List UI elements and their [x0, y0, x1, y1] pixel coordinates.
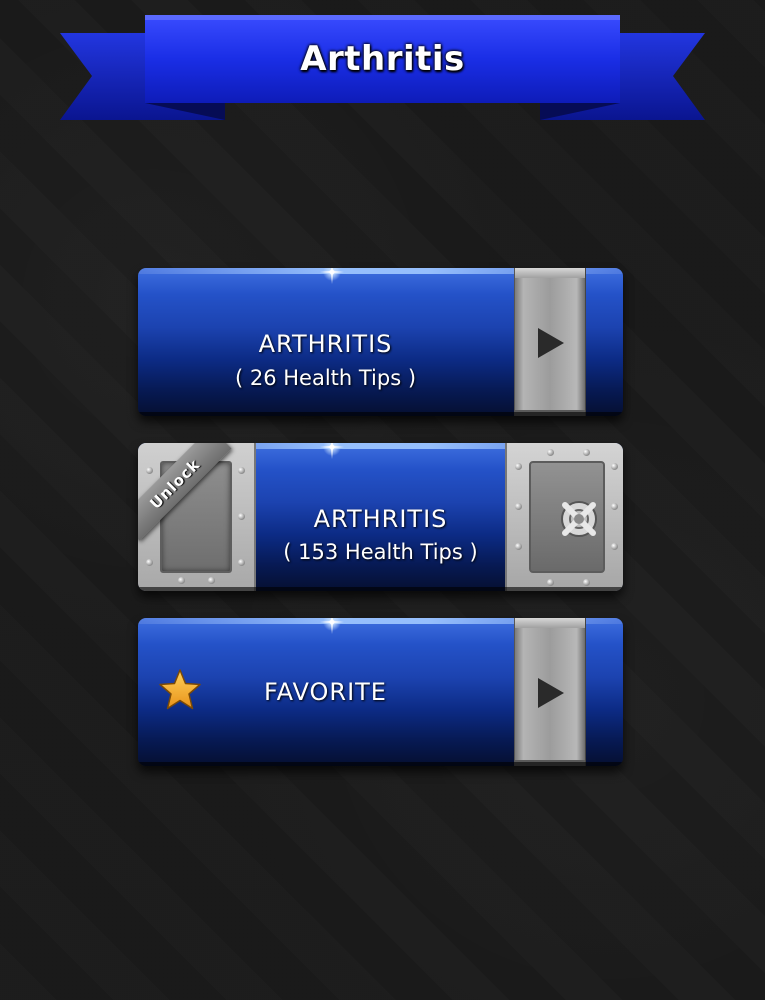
header-ribbon: Arthritis [0, 0, 765, 135]
side-tab [514, 268, 586, 416]
sparkle-icon [320, 268, 344, 284]
sparkle-icon [320, 618, 344, 634]
rivet [515, 503, 522, 510]
rivet [208, 577, 215, 584]
play-icon [538, 678, 564, 708]
lock-panel-left: Unlock [138, 443, 256, 591]
rivet [583, 579, 590, 586]
rivet [146, 467, 153, 474]
rivet [178, 577, 185, 584]
rivet [238, 513, 245, 520]
page-title: Arthritis [300, 39, 465, 79]
rivet [583, 449, 590, 456]
rivet [611, 463, 618, 470]
button-title: FAVORITE [264, 678, 387, 706]
button-subtitle: ( 153 Health Tips ) [283, 540, 478, 564]
rivet [515, 463, 522, 470]
arthritis-premium-button[interactable]: ARTHRITIS ( 153 Health Tips ) Unlock [138, 443, 623, 591]
button-bottom-edge [138, 412, 623, 416]
rivet [611, 543, 618, 550]
arthritis-tips-button[interactable]: ARTHRITIS ( 26 Health Tips ) [138, 268, 623, 416]
rivet [238, 467, 245, 474]
vault-icon [561, 501, 597, 537]
rivet [611, 503, 618, 510]
button-bottom-edge [138, 762, 623, 766]
side-tab [514, 618, 586, 766]
sparkle-icon [320, 443, 344, 459]
button-title: ARTHRITIS [313, 505, 448, 533]
rivet [515, 543, 522, 550]
button-subtitle: ( 26 Health Tips ) [234, 366, 417, 390]
rivet [238, 559, 245, 566]
favorite-button[interactable]: FAVORITE [138, 618, 623, 766]
button-bottom-edge [138, 587, 623, 591]
rivet [547, 579, 554, 586]
rivet [547, 449, 554, 456]
lock-panel-right [505, 443, 623, 591]
button-title: ARTHRITIS [258, 330, 393, 358]
vault-door [529, 461, 605, 573]
play-icon [538, 328, 564, 358]
rivet [146, 559, 153, 566]
